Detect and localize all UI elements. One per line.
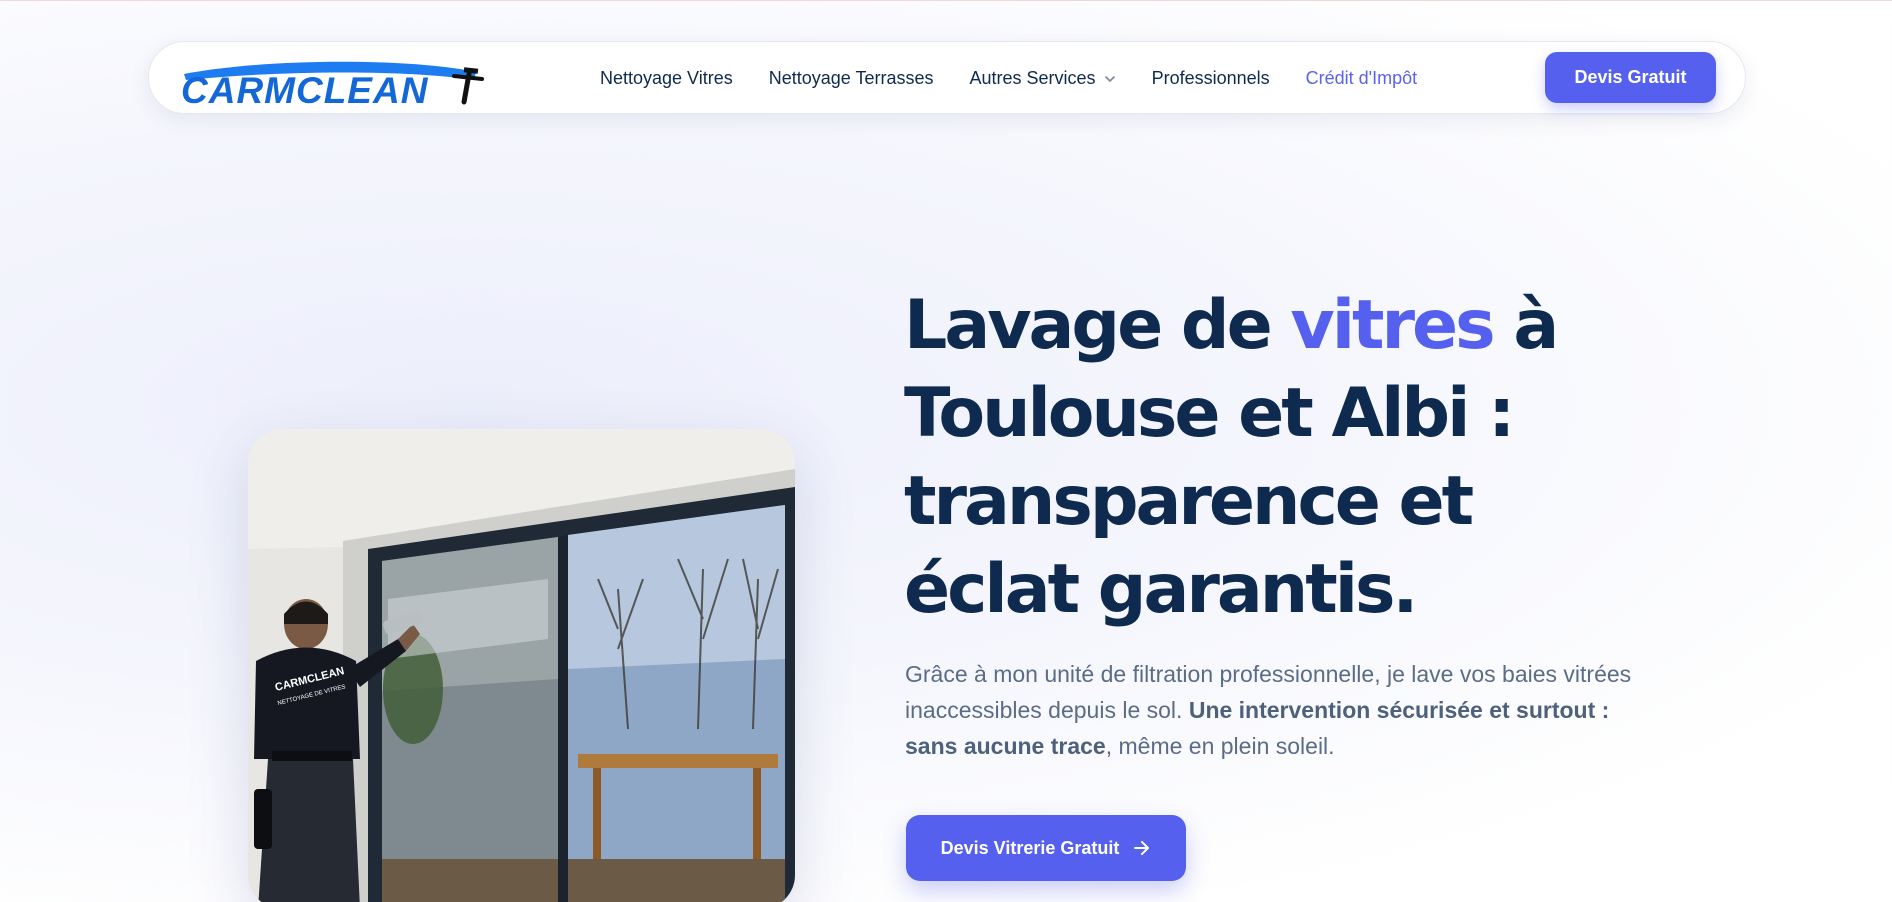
devis-gratuit-button[interactable]: Devis Gratuit xyxy=(1545,52,1716,103)
nav-link-nettoyage-terrasses[interactable]: Nettoyage Terrasses xyxy=(769,68,934,89)
hero-headline-part1: Lavage de xyxy=(904,286,1291,365)
nav-link-nettoyage-vitres[interactable]: Nettoyage Vitres xyxy=(600,68,733,89)
main-nav: CARMCLEAN Nettoyage Vitres Nettoyage Ter… xyxy=(148,41,1746,114)
nav-link-autres-services-label: Autres Services xyxy=(969,68,1096,88)
devis-vitrerie-gratuit-label: Devis Vitrerie Gratuit xyxy=(940,837,1120,858)
carmclean-logo[interactable]: CARMCLEAN xyxy=(178,54,484,109)
chevron-down-icon xyxy=(1104,75,1116,83)
nav-links: Nettoyage Vitres Nettoyage Terrasses Aut… xyxy=(600,42,1453,115)
hero-lead-text2: , même en plein soleil. xyxy=(1105,733,1335,759)
nav-link-credit-impot[interactable]: Crédit d'Impôt xyxy=(1306,68,1417,89)
hero-photo-window-cleaner: CARMCLEAN NETTOYAGE DE VITRES xyxy=(248,429,795,902)
top-divider xyxy=(0,0,1892,1)
hero-headline: Lavage de vitres à Toulouse et Albi : tr… xyxy=(904,282,1604,634)
nav-link-professionnels[interactable]: Professionnels xyxy=(1152,68,1270,89)
logo-wordmark: CARMCLEAN xyxy=(181,70,429,111)
devis-vitrerie-gratuit-button[interactable]: Devis Vitrerie Gratuit xyxy=(906,815,1186,881)
nav-link-autres-services[interactable]: Autres Services xyxy=(970,68,1116,89)
hero-lead-paragraph: Grâce à mon unité de filtration professi… xyxy=(905,656,1665,764)
hero-headline-highlight: vitres xyxy=(1290,286,1495,365)
arrow-right-icon xyxy=(1133,840,1151,856)
